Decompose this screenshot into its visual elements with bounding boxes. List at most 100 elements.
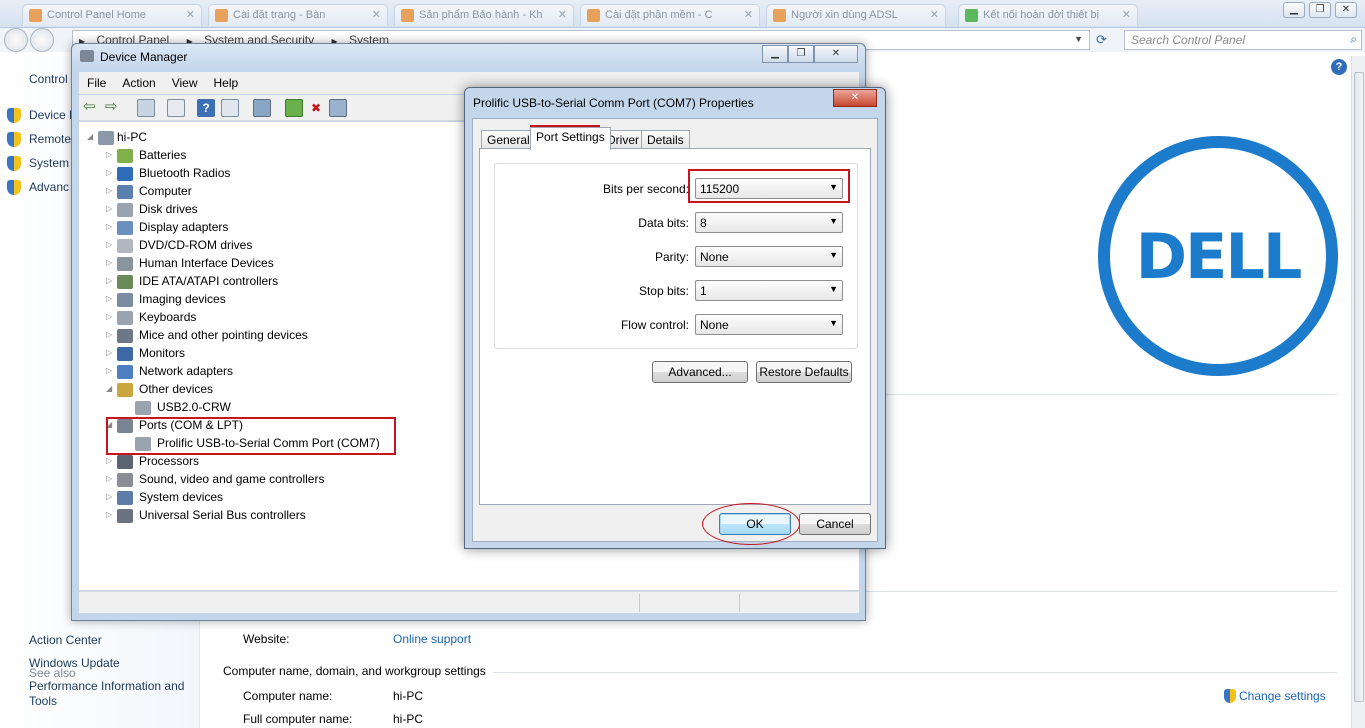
restore-defaults-button[interactable]: Restore Defaults — [756, 361, 852, 383]
menu-file[interactable]: File — [79, 72, 114, 94]
dell-logo-text: DELL — [1135, 220, 1303, 293]
window-controls: ▁ ❐ ✕ — [1283, 2, 1357, 18]
performance-info-link-line2[interactable]: Tools — [29, 694, 57, 708]
tab-general[interactable]: General — [481, 130, 536, 149]
collapse-icon[interactable]: ◢ — [87, 132, 97, 141]
forward-button[interactable] — [30, 28, 54, 52]
expand-icon[interactable]: ▷ — [106, 294, 116, 303]
close-icon[interactable]: ✕ — [372, 8, 381, 21]
browser-tab[interactable]: Kết nối hoàn đời thiết bị ✕ — [958, 4, 1138, 26]
expand-icon[interactable]: ▷ — [106, 474, 116, 483]
minimize-button[interactable]: ▁ — [1283, 2, 1305, 18]
keyboard-icon — [117, 311, 133, 325]
maximize-button[interactable]: ❐ — [788, 45, 814, 63]
device-manager-titlebar[interactable]: Device Manager ▁ ❐ ✕ — [72, 44, 865, 70]
system-icon — [117, 491, 133, 505]
menu-help[interactable]: Help — [206, 72, 247, 94]
expand-icon[interactable]: ▷ — [106, 510, 116, 519]
expand-icon[interactable]: ▷ — [106, 276, 116, 285]
remote-settings-link[interactable]: Remote — [29, 132, 71, 146]
expand-icon[interactable]: ▷ — [106, 168, 116, 177]
hid-icon — [117, 257, 133, 271]
scan-hardware-icon[interactable] — [253, 99, 271, 117]
action-center-link[interactable]: Action Center — [29, 633, 102, 647]
parity-select[interactable]: None ▼ — [695, 246, 843, 267]
close-icon[interactable]: ✕ — [186, 8, 195, 21]
control-panel-home-link[interactable]: Control — [29, 72, 68, 86]
update-driver-icon[interactable] — [285, 99, 303, 117]
online-support-link[interactable]: Online support — [393, 632, 471, 646]
minimize-button[interactable]: ▁ — [762, 45, 788, 63]
close-icon[interactable]: ✕ — [744, 8, 753, 21]
sound-icon — [117, 473, 133, 487]
browser-tab[interactable]: Cài đặt phần mềm - C ✕ — [580, 4, 760, 26]
close-icon[interactable]: ✕ — [558, 8, 567, 21]
search-input[interactable]: Search Control Panel ⌕ — [1124, 30, 1362, 50]
divider — [881, 394, 1337, 395]
expand-icon[interactable]: ▷ — [106, 150, 116, 159]
browser-tab[interactable]: Cài đặt trang - Bàn ✕ — [208, 4, 388, 26]
help-icon[interactable]: ? — [1331, 59, 1347, 75]
back-arrow-icon[interactable]: ⇦ — [83, 99, 101, 117]
properties-view-icon[interactable] — [137, 99, 155, 117]
browser-tab[interactable]: Người xin dùng ADSL ✕ — [766, 4, 946, 26]
menu-view[interactable]: View — [164, 72, 206, 94]
browser-tab[interactable]: Control Panel Home ✕ — [22, 4, 202, 26]
change-settings-link[interactable]: Change settings — [1239, 689, 1326, 703]
menu-action[interactable]: Action — [114, 72, 163, 94]
tab-details[interactable]: Details — [641, 130, 690, 149]
advanced-settings-link[interactable]: Advanc — [29, 180, 69, 194]
processor-icon — [117, 455, 133, 469]
expand-icon[interactable]: ▷ — [106, 330, 116, 339]
monitor-icon — [117, 347, 133, 361]
expand-icon[interactable]: ▷ — [106, 204, 116, 213]
list-view-icon[interactable] — [167, 99, 185, 117]
expand-icon[interactable]: ▷ — [106, 366, 116, 375]
enable-device-icon[interactable] — [329, 99, 347, 117]
close-icon[interactable]: ✕ — [1122, 8, 1131, 21]
scrollbar-thumb[interactable] — [1354, 72, 1364, 702]
back-button[interactable] — [4, 28, 28, 52]
tab-port-settings[interactable]: Port Settings — [530, 127, 611, 150]
usb-device-icon — [135, 401, 151, 415]
vertical-scrollbar[interactable] — [1351, 56, 1365, 728]
system-protection-link[interactable]: System — [29, 156, 69, 170]
console-icon[interactable] — [221, 99, 239, 117]
cancel-button[interactable]: Cancel — [799, 513, 871, 535]
stop-bits-select[interactable]: 1 ▼ — [695, 280, 843, 301]
search-icon[interactable]: ⌕ — [1350, 32, 1357, 47]
device-manager-icon — [80, 50, 94, 62]
expand-icon[interactable]: ▷ — [106, 312, 116, 321]
expand-icon[interactable]: ▷ — [106, 348, 116, 357]
advanced-button[interactable]: Advanced... — [652, 361, 748, 383]
dropdown-arrow-icon: ▼ — [829, 318, 838, 328]
expand-icon[interactable]: ▷ — [106, 492, 116, 501]
forward-arrow-icon[interactable]: ⇨ — [105, 99, 123, 117]
expand-icon[interactable]: ▷ — [106, 222, 116, 231]
data-bits-select[interactable]: 8 ▼ — [695, 212, 843, 233]
expand-icon[interactable]: ▷ — [106, 186, 116, 195]
dropdown-arrow-icon: ▼ — [829, 284, 838, 294]
close-icon[interactable]: ✕ — [930, 8, 939, 21]
help-icon[interactable]: ? — [197, 99, 215, 117]
expand-icon[interactable]: ▷ — [106, 456, 116, 465]
close-button[interactable]: ✕ — [833, 89, 877, 107]
expand-icon[interactable]: ▷ — [106, 258, 116, 267]
maximize-button[interactable]: ❐ — [1309, 2, 1331, 18]
website-label: Website: — [243, 632, 290, 646]
close-button[interactable]: ✕ — [814, 45, 858, 63]
usb-icon — [117, 509, 133, 523]
browser-tab[interactable]: Sản phẩm Bảo hành - Kh ✕ — [394, 4, 574, 26]
collapse-icon[interactable]: ◢ — [106, 384, 116, 393]
uninstall-icon[interactable]: ✖ — [307, 99, 325, 117]
close-button[interactable]: ✕ — [1335, 2, 1357, 18]
expand-icon[interactable]: ▷ — [106, 240, 116, 249]
windows-update-link[interactable]: Windows Update — [29, 656, 120, 670]
refresh-icon[interactable]: ⟳ — [1096, 32, 1107, 48]
performance-info-link[interactable]: Performance Information and — [29, 679, 184, 693]
tab-favicon-icon — [587, 9, 600, 22]
dropdown-arrow-icon[interactable]: ▼ — [1074, 34, 1083, 44]
flow-control-select[interactable]: None ▼ — [695, 314, 843, 335]
tab-favicon-icon — [401, 9, 414, 22]
full-computer-name-label: Full computer name: — [243, 712, 353, 726]
